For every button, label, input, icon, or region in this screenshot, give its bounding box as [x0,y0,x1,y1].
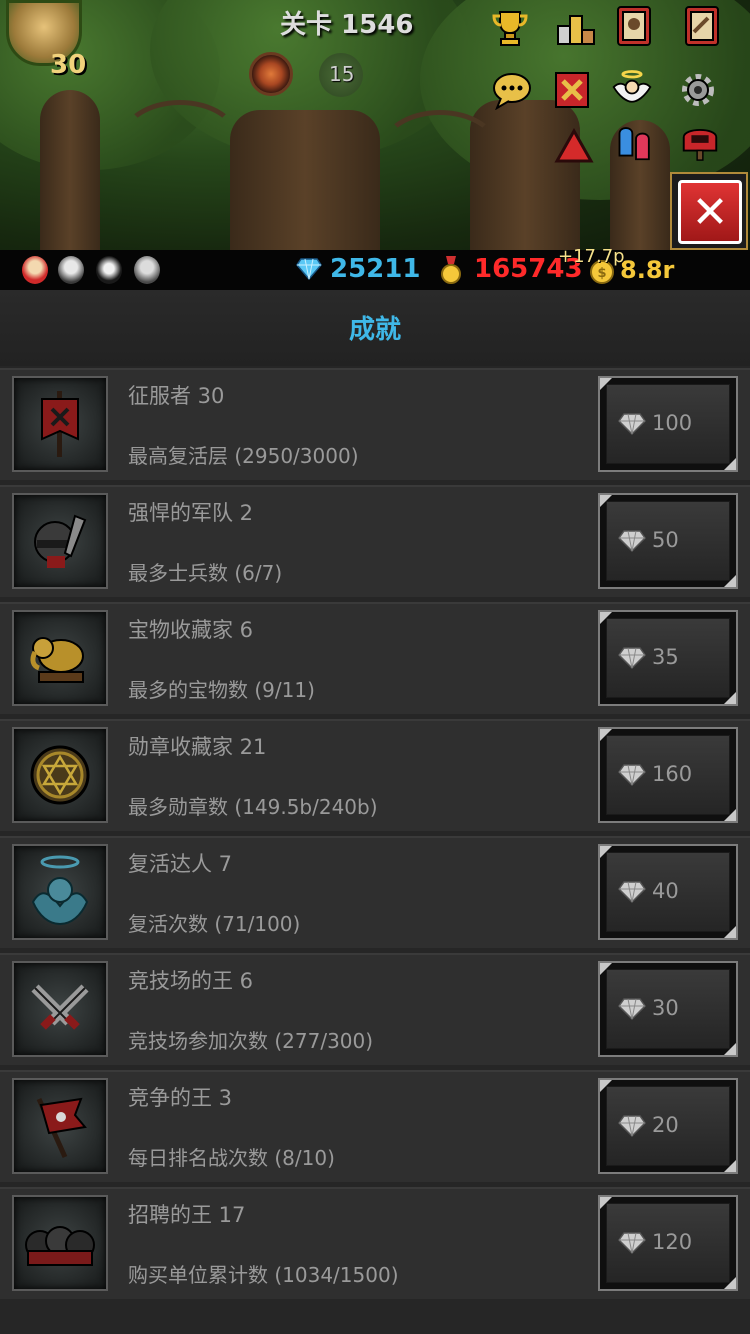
gem-icon [618,1115,646,1138]
claim-reward-button[interactable]: 35 [598,610,738,706]
donut-orb-icon[interactable] [249,52,293,96]
resource-bar: 25211 165743 $ 8.8r [0,250,750,290]
achievement-desc: 最多士兵数 (6/7) [128,561,283,585]
reward-value: 100 [652,411,693,435]
settings-icon[interactable] [676,68,720,112]
mailbox-icon[interactable] [678,118,722,162]
reward-value: 50 [652,528,679,552]
banner-icon [12,376,108,472]
vine [380,110,500,190]
gold-bonus: +17.7p [558,246,625,267]
reward-value: 120 [652,1230,693,1254]
hero-level: 30 [50,50,87,80]
war-flag-icon [12,1078,108,1174]
tree-trunk [230,110,380,250]
reward-value: 160 [652,762,693,786]
claim-reward-button[interactable]: 30 [598,961,738,1057]
party-icon[interactable] [614,118,658,162]
gem-icon [618,530,646,553]
elephant-treasure-icon [12,610,108,706]
diamond-count: 25211 [330,254,421,284]
achievement-name: 征服者 30 [128,384,225,408]
achievement-desc: 最高复活层 (2950/3000) [128,444,359,468]
podium-icon[interactable] [554,6,598,50]
gem-icon [618,413,646,436]
reward-value: 20 [652,1113,679,1137]
achievement-row: 招聘的王 17 购买单位累计数 (1034/1500) 120 [0,1187,750,1299]
achievement-name: 复活达人 7 [128,852,233,876]
claim-reward-button[interactable]: 120 [598,1195,738,1291]
gem-icon [618,998,646,1021]
claim-reward-button[interactable]: 20 [598,1078,738,1174]
achievement-name: 宝物收藏家 6 [128,618,254,642]
recruits-icon [12,1195,108,1291]
medal-icon [441,256,461,284]
warning-icon[interactable] [552,124,596,168]
quest-book-icon[interactable] [680,4,724,48]
knight-unit-icon [96,256,122,284]
achievement-desc: 竞技场参加次数 (277/300) [128,1029,374,1053]
svg-text:$: $ [597,266,606,281]
trophy-icon[interactable] [488,6,532,50]
claim-reward-button[interactable]: 40 [598,844,738,940]
diamond-icon [296,258,322,280]
vine [120,100,240,180]
gem-icon [618,1232,646,1255]
orb-counter: 15 [329,62,355,86]
robot-unit-icon [134,256,160,284]
achievement-row: 竞争的王 3 每日排名战次数 (8/10) 20 [0,1070,750,1182]
gem-icon [618,764,646,787]
achievement-desc: 最多的宝物数 (9/11) [128,678,315,702]
angel-icon[interactable] [610,66,654,110]
reward-value: 30 [652,996,679,1020]
ninja-unit-icon [58,256,84,284]
claim-reward-button[interactable]: 100 [598,376,738,472]
close-icon: ✕ [678,180,742,244]
achievement-name: 强悍的军队 2 [128,501,254,525]
game-scene: 30 关卡 1546 15 ✕ [0,0,750,250]
gold-count: 8.8r [620,256,675,284]
battle-flag-icon[interactable] [550,68,594,112]
reward-value: 40 [652,879,679,903]
tree-trunk [40,90,100,250]
achievement-panel: 成就 征服者 30 最高复活层 (2950/3000) 100 强悍的军队 2 … [0,290,750,1334]
achievement-desc: 购买单位累计数 (1034/1500) [128,1263,399,1287]
achievement-row: 复活达人 7 复活次数 (71/100) 40 [0,836,750,948]
reward-value: 35 [652,645,679,669]
achievement-name: 招聘的王 17 [128,1203,246,1227]
achievement-row: 强悍的军队 2 最多士兵数 (6/7) 50 [0,485,750,597]
achievement-name: 竞技场的王 6 [128,969,254,993]
achievement-desc: 每日排名战次数 (8/10) [128,1146,335,1170]
achievement-row: 征服者 30 最高复活层 (2950/3000) 100 [0,368,750,480]
gem-icon [618,647,646,670]
halo-spirit-icon [12,844,108,940]
achievement-desc: 最多勋章数 (149.5b/240b) [128,795,378,819]
chat-icon[interactable] [490,68,534,112]
achievement-row: 勋章收藏家 21 最多勋章数 (149.5b/240b) 160 [0,719,750,831]
achievement-row: 宝物收藏家 6 最多的宝物数 (9/11) 35 [0,602,750,714]
gem-icon [618,881,646,904]
stage-title: 关卡 1546 [280,10,414,40]
panel-title: 成就 [0,290,750,366]
claim-reward-button[interactable]: 160 [598,727,738,823]
achievement-name: 勋章收藏家 21 [128,735,267,759]
soldier-icon [12,493,108,589]
achievement-desc: 复活次数 (71/100) [128,912,301,936]
crossed-swords-icon [12,961,108,1057]
achievement-name: 竞争的王 3 [128,1086,233,1110]
hero-book-icon[interactable] [612,4,656,48]
claim-reward-button[interactable]: 50 [598,493,738,589]
warrior-unit-icon [22,256,48,284]
medal-star-icon [12,727,108,823]
close-button[interactable]: ✕ [670,172,748,250]
achievement-row: 竞技场的王 6 竞技场参加次数 (277/300) 30 [0,953,750,1065]
